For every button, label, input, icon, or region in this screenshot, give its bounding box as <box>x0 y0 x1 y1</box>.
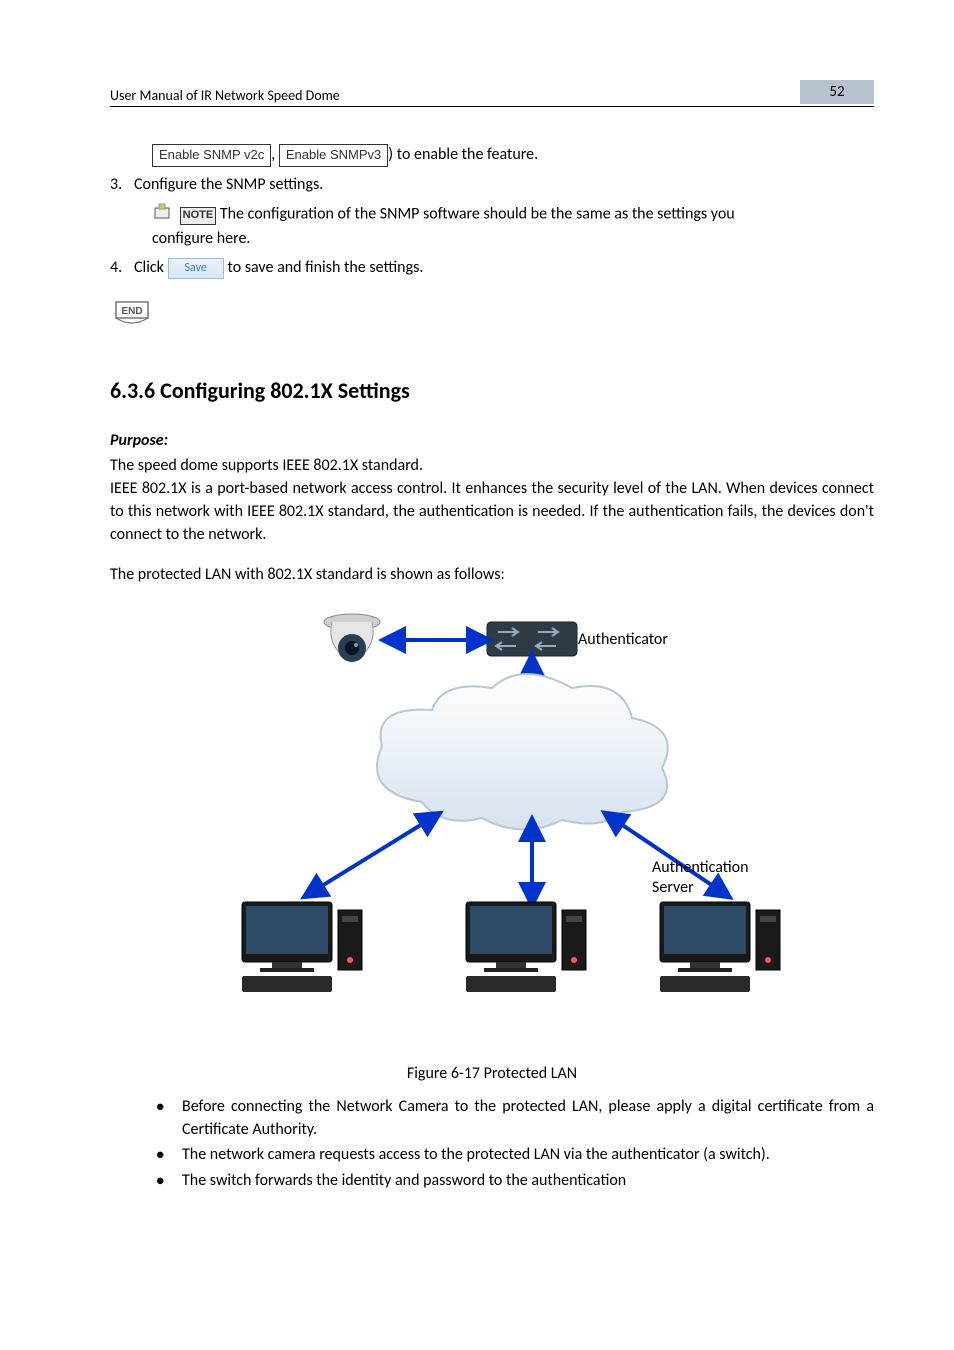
camera-icon <box>324 614 380 662</box>
page-number: 52 <box>800 80 874 104</box>
enable-snmp-v3-box: Enable SNMPv3 <box>279 144 388 167</box>
doc-title: User Manual of IR Network Speed Dome <box>110 87 340 104</box>
save-button[interactable]: Save <box>168 258 224 279</box>
snmp-enable-line: Enable SNMP v2c, Enable SNMPv3) to enabl… <box>110 143 874 167</box>
end-label: END <box>121 306 142 317</box>
purpose-label: Purpose: <box>110 429 874 452</box>
note-text-line2: configure here. <box>152 229 250 248</box>
separator: , <box>271 145 279 164</box>
note-icon <box>152 202 172 227</box>
pc-icon-3 <box>660 902 780 992</box>
note-label: NOTE <box>180 207 217 225</box>
pc-icon-1 <box>242 902 362 992</box>
bullet-1: Before connecting the Network Camera to … <box>156 1095 874 1141</box>
section-heading: 6.3.6 Configuring 802.1X Settings <box>110 375 874 407</box>
enable-suffix: ) to enable the feature. <box>388 145 538 164</box>
step-4: 4. Click Save to save and finish the set… <box>110 256 874 279</box>
switch-icon <box>487 622 577 656</box>
note-text-line1: The configuration of the SNMP software s… <box>220 204 735 223</box>
figure-caption: Figure 6-17 Protected LAN <box>110 1062 874 1085</box>
paragraph-2: IEEE 802.1X is a port-based network acce… <box>110 477 874 547</box>
auth-server-label-1: Authentication <box>652 858 748 877</box>
bullet-3: The switch forwards the identity and pas… <box>156 1169 874 1192</box>
bullet-2: The network camera requests access to th… <box>156 1143 874 1166</box>
paragraph-3: The protected LAN with 802.1X standard i… <box>110 563 874 586</box>
authenticator-label: Authenticator <box>578 630 668 649</box>
cloud-icon <box>377 674 668 830</box>
step-number: 4. <box>110 256 134 279</box>
step4-suffix: to save and finish the settings. <box>228 258 424 277</box>
end-icon: END <box>110 298 154 335</box>
auth-server-label-2: Server <box>652 878 694 897</box>
page-header: User Manual of IR Network Speed Dome 52 <box>110 80 874 107</box>
bullet-list: Before connecting the Network Camera to … <box>156 1095 874 1192</box>
note-block: NOTE The configuration of the SNMP softw… <box>110 202 874 250</box>
arrow-cloud-pc1 <box>312 818 432 892</box>
step4-prefix: Click <box>134 258 168 277</box>
enable-snmp-v2c-box: Enable SNMP v2c <box>152 144 271 167</box>
step-3: 3. Configure the SNMP settings. <box>110 173 874 196</box>
step-text: Configure the SNMP settings. <box>134 173 874 196</box>
pc-icon-2 <box>466 902 586 992</box>
paragraph-1: The speed dome supports IEEE 802.1X stan… <box>110 454 874 477</box>
protected-lan-diagram: Authenticator Authentication Server <box>110 602 874 1032</box>
step-number: 3. <box>110 173 134 196</box>
